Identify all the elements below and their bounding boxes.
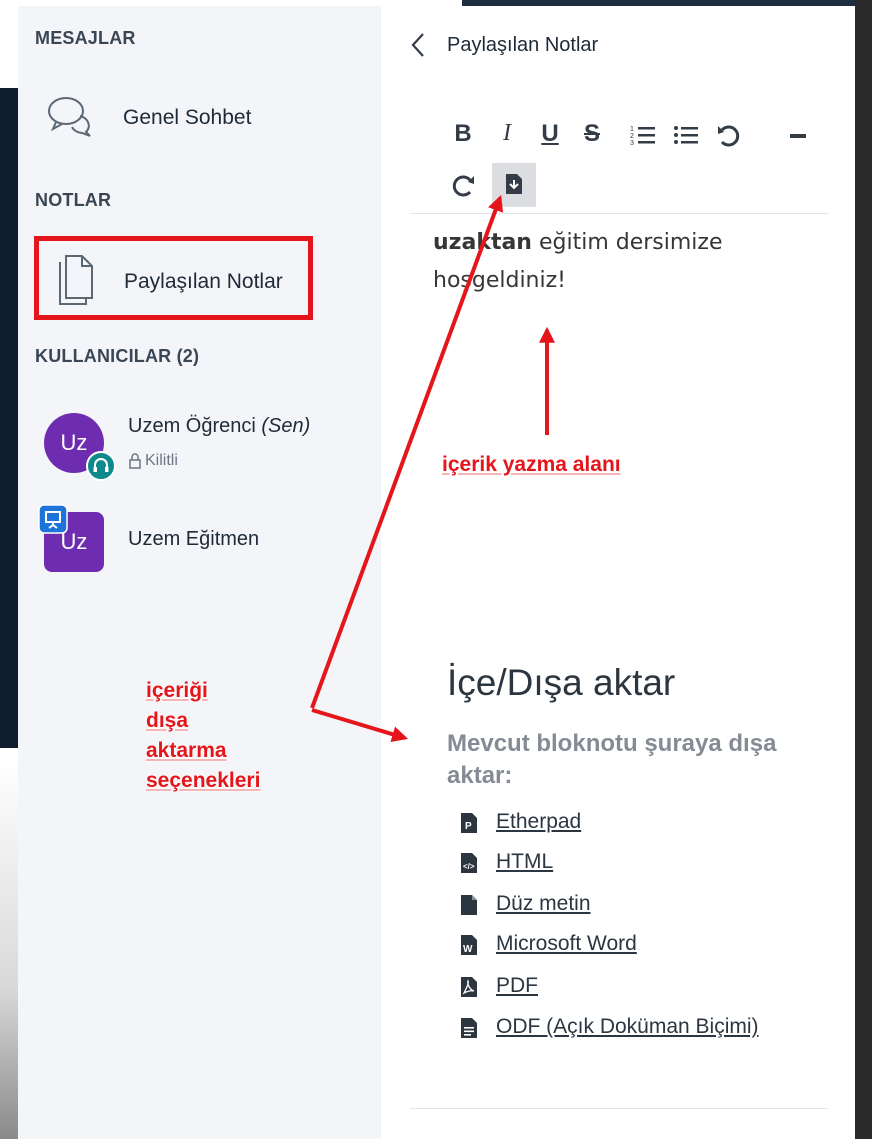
- svg-text:</>: </>: [463, 862, 475, 871]
- note-editor[interactable]: uzaktan eğitim dersimize hoşgeldiniz!: [433, 224, 813, 300]
- svg-text:1: 1: [630, 126, 634, 133]
- undo-icon[interactable]: [716, 122, 742, 148]
- strikethrough-button[interactable]: S: [577, 120, 607, 148]
- user-status: Kilitli: [145, 452, 178, 469]
- back-chevron-icon[interactable]: [410, 32, 426, 58]
- pdf-file-icon: [461, 977, 477, 997]
- user-name: Uzem Öğrenci (Sen): [128, 415, 311, 437]
- editor-bold-text: uzaktan: [433, 230, 532, 255]
- svg-text:3: 3: [630, 140, 634, 146]
- html-file-icon: </>: [461, 853, 477, 873]
- annotation-line: dışa: [146, 709, 189, 732]
- chat-bubbles-icon: [48, 97, 91, 137]
- sidebar: MESAJLAR Genel Sohbet NOTLAR Paylaşılan …: [18, 6, 381, 1139]
- notes-section-title: NOTLAR: [35, 190, 112, 210]
- export-option-label: HTML: [496, 850, 554, 873]
- export-subtitle: Mevcut bloknotu şuraya dışa aktar:: [447, 730, 777, 789]
- user-item-student[interactable]: Uz Uzem Öğrenci (Sen) Kilitli: [18, 401, 381, 481]
- word-file-icon: W: [461, 935, 477, 955]
- file-download-icon: [506, 174, 522, 194]
- user-name: Uzem Eğitmen: [128, 528, 260, 550]
- minimize-icon[interactable]: [790, 132, 806, 140]
- export-title: İçe/Dışa aktar: [447, 662, 676, 703]
- sidebar-item-label: Genel Sohbet: [123, 106, 252, 129]
- underline-button[interactable]: U: [535, 120, 565, 148]
- export-option-label: Düz metin: [496, 892, 591, 915]
- bold-button[interactable]: B: [448, 120, 478, 148]
- annotation-line: aktarma: [146, 739, 227, 762]
- annotation-line: içeriği: [146, 679, 208, 702]
- presenter-icon: [38, 504, 68, 534]
- redo-icon[interactable]: [450, 172, 476, 198]
- odf-file-icon: [461, 1018, 477, 1038]
- ordered-list-icon[interactable]: 1 2 3: [630, 124, 656, 146]
- italic-button[interactable]: I: [492, 120, 522, 147]
- svg-text:W: W: [463, 944, 473, 955]
- export-option-label: Etherpad: [496, 810, 582, 833]
- export-option-label: Microsoft Word: [496, 932, 637, 955]
- export-option-label: PDF: [496, 974, 538, 997]
- etherpad-file-icon: P: [461, 813, 477, 833]
- headset-icon: [86, 451, 116, 481]
- svg-text:P: P: [465, 821, 472, 832]
- sidebar-item-general-chat[interactable]: Genel Sohbet: [18, 76, 381, 156]
- annotation-content-area: içerik yazma alanı: [442, 453, 621, 476]
- text-file-icon: [461, 895, 477, 915]
- unordered-list-icon[interactable]: [673, 124, 699, 146]
- import-export-button[interactable]: [492, 163, 536, 207]
- annotation-line: seçenekleri: [146, 769, 261, 792]
- annotation-export-options: içeriği dışa aktarma seçenekleri: [146, 676, 260, 796]
- svg-text:2: 2: [630, 133, 634, 140]
- highlight-box-shared-notes: [34, 236, 313, 320]
- panel-bottom-divider: [410, 1108, 828, 1109]
- user-item-teacher[interactable]: Uz Uzem Eğitmen: [18, 504, 381, 576]
- you-tag: (Sen): [261, 415, 311, 437]
- messages-section-title: MESAJLAR: [35, 28, 136, 48]
- background-window-right: [855, 0, 872, 1139]
- toolbar-divider: [410, 213, 828, 214]
- lock-icon: [129, 453, 141, 469]
- panel-title: Paylaşılan Notlar: [447, 34, 599, 56]
- users-section-title: KULLANICILAR (2): [35, 346, 200, 366]
- export-option-label: ODF (Açık Doküman Biçimi): [496, 1015, 759, 1038]
